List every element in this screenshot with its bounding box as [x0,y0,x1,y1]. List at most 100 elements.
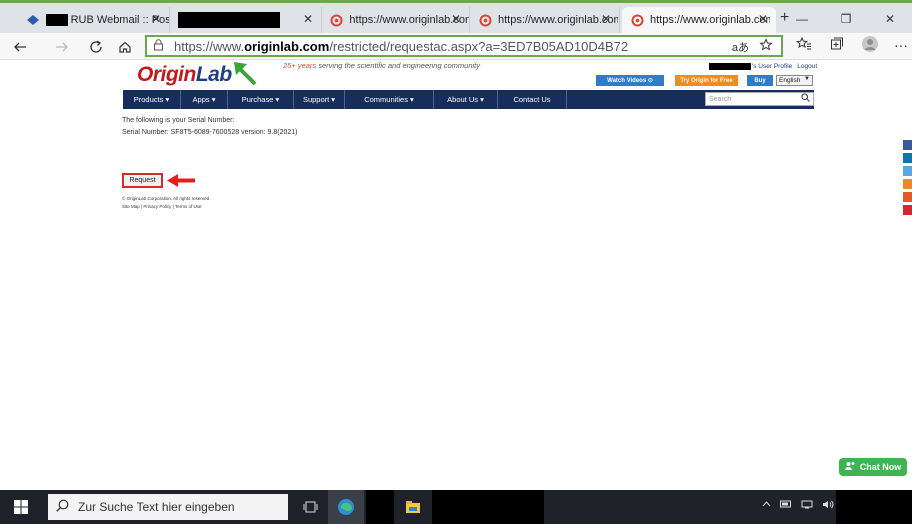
redacted-block [709,63,751,70]
home-icon [119,41,131,53]
tagline-highlight: 25+ years [283,61,317,70]
menu-purchase[interactable]: Purchase ▾ [228,90,294,109]
logo-lab-text: Lab [195,63,232,86]
taskbar: Zur Suche Text hier eingeben [0,490,912,524]
back-button[interactable] [10,37,30,57]
close-tab-icon[interactable]: ✕ [758,12,768,26]
battery-icon[interactable] [780,500,792,512]
tray-chevron-up-icon[interactable] [762,500,771,512]
lock-icon [153,38,164,54]
youtube-icon[interactable] [903,205,912,215]
reload-button[interactable] [86,37,106,57]
serial-number-text: Serial Number: SF8T5-6089-7600528 versio… [122,129,298,136]
linkedin-icon[interactable] [903,153,912,163]
system-tray [762,500,834,512]
green-annotation-arrow-icon [234,62,257,86]
footer-links[interactable]: Site Map | Privacy Policy | Terms of Use [122,204,202,209]
menu-products[interactable]: Products ▾ [123,90,181,109]
start-button[interactable] [0,490,42,524]
webmail-favicon-icon [26,13,40,27]
language-select[interactable]: English ▼ [776,75,813,86]
network-icon[interactable] [801,500,813,512]
redacted-clock-area [836,490,912,524]
chat-people-icon [844,461,856,473]
site-search-input[interactable]: Search [705,92,814,106]
redacted-taskbar-item [366,490,394,524]
menu-communities[interactable]: Communities ▾ [345,90,434,109]
url-path: /restricted/requestac.aspx?a=3ED7B05AD10… [329,38,629,54]
site-tagline: 25+ years serving the scientific and eng… [283,61,480,70]
tab-strip: RUB Webmail :: Poste ✕ ✕ https://www.ori… [0,3,912,33]
reload-icon [90,40,102,53]
menu-contact-us[interactable]: Contact Us [498,90,567,109]
originlab-logo[interactable]: OriginLab [137,63,232,87]
close-window-button[interactable]: ✕ [868,6,912,32]
taskbar-search-placeholder: Zur Suche Text hier eingeben [78,500,235,514]
redacted-block [178,12,280,28]
collections-icon [831,37,843,50]
menu-apps[interactable]: Apps ▾ [181,90,228,109]
close-tab-icon[interactable]: ✕ [303,12,313,26]
close-tab-icon[interactable]: ✕ [601,12,611,26]
menu-about-us[interactable]: About Us ▾ [434,90,498,109]
close-tab-icon[interactable]: ✕ [451,12,461,26]
chevron-down-icon: ▼ [804,76,810,82]
favorites-icon [795,36,811,50]
logout-link[interactable]: Logout [797,63,817,70]
chat-now-button[interactable]: Chat Now [839,458,907,476]
try-origin-button[interactable]: Try Origin for Free [675,75,738,86]
facebook-icon[interactable] [903,140,912,150]
request-button[interactable]: Request [122,173,163,188]
minimize-button[interactable]: — [780,6,824,32]
home-button[interactable] [115,37,135,57]
url-domain: originlab.com [244,38,330,54]
tab-webmail[interactable]: RUB Webmail :: Poste ✕ [18,7,170,33]
window-controls: — ❐ ✕ [780,6,912,32]
tab-redacted[interactable]: ✕ [170,7,322,33]
add-favorite-icon[interactable] [759,38,773,55]
task-view-button[interactable] [298,490,324,524]
user-profile-link[interactable]: 's User Profile [752,63,792,70]
taskbar-search-input[interactable]: Zur Suche Text hier eingeben [48,494,288,520]
folder-icon [406,501,420,513]
forward-button[interactable] [52,37,72,57]
search-icon[interactable] [801,93,810,104]
search-icon [56,499,69,515]
address-toolbar: https://www. originlab.com/restricted/req… [0,33,912,60]
tab-originlab-2[interactable]: https://www.originlab.com ✕ [470,7,620,33]
task-view-icon [303,501,318,513]
tab-originlab-active[interactable]: https://www.originlab.com ✕ [622,7,776,33]
read-aloud-icon[interactable]: aあ [732,39,749,55]
community-icon[interactable] [903,179,912,189]
favorites-button[interactable] [795,36,812,54]
windows-logo-icon [14,500,28,514]
chat-now-label: Chat Now [859,462,902,472]
redacted-taskbar-item [432,490,544,524]
url-bar[interactable]: https://www. originlab.com/restricted/req… [145,35,783,57]
profile-button[interactable] [861,35,879,56]
buy-button[interactable]: Buy [747,75,773,86]
collections-button[interactable] [830,37,844,54]
originlab-favicon-icon [330,13,343,27]
forward-arrow-icon [56,42,68,52]
blog-icon[interactable] [903,192,912,202]
file-explorer-button[interactable] [398,490,428,524]
profile-avatar-icon [862,36,878,52]
close-tab-icon[interactable]: ✕ [151,12,161,26]
volume-icon[interactable] [822,500,834,512]
serial-intro-text: The following is your Serial Number: [122,117,235,124]
restore-button[interactable]: ❐ [824,6,868,32]
copyright-text: © OriginLab Corporation. All rights rese… [122,196,211,201]
user-links: 's User Profile Logout [709,63,817,70]
watch-videos-button[interactable]: Watch Videos ⊙ [596,75,664,86]
url-prefix: https://www. [174,38,245,54]
more-menu-button[interactable]: ··· [894,37,908,53]
logo-origin-text: Origin [137,63,196,86]
tab-originlab-1[interactable]: https://www.originlab.com ✕ [322,7,470,33]
rss-icon[interactable] [903,166,912,176]
edge-taskbar-button[interactable] [328,490,364,524]
red-annotation-arrow-icon [167,174,195,187]
menu-support[interactable]: Support ▾ [294,90,345,109]
edge-icon [338,499,354,515]
originlab-favicon-icon [478,13,492,27]
